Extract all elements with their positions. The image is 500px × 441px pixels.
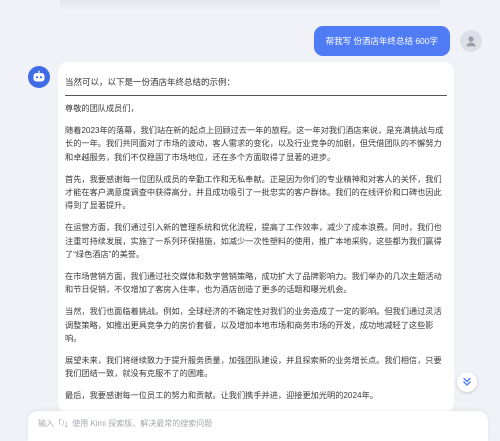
assistant-intro: 当然可以，以下是一份酒店年终总结的示例： [65,77,236,87]
user-message-row: 帮我写 份酒店年终总结 600字 [313,26,482,56]
bot-avatar [28,66,50,88]
paragraph-outlook: 展望未来，我们将继续致力于提升服务质量，加强团队建设，并且探索新的业务增长点。我… [65,356,442,379]
assistant-message-body: 尊敬的团队成员们， 随着2023年的落幕，我们站在新的起点上回顾过去一年的旅程。… [65,102,444,412]
person-icon [466,36,476,47]
paragraph-marketing: 在市场营销方面，我们通过社交媒体和数字营销策略，成功扩大了品牌影响力。我们举办的… [65,272,442,295]
paragraph-operations: 在运营方面，我们通过引入新的管理系统和优化流程，提高了工作效率，减少了成本浪费。… [65,223,442,259]
paragraph-challenges: 当然，我们也面临着挑战。例如，全球经济的不确定性对我们的业务造成了一定的影响。但… [65,307,442,343]
scroll-to-bottom-button[interactable] [457,372,477,392]
double-chevron-down-icon [463,377,471,386]
divider [65,95,447,96]
paragraph-gratitude: 首先，我要感谢每一位团队成员的辛勤工作和无私奉献。正是因为你们的专业精神和对客人… [65,174,442,211]
robot-icon [33,70,45,82]
user-avatar[interactable] [460,30,482,52]
assistant-message-card: 当然可以，以下是一份酒店年终总结的示例： 尊敬的团队成员们， 随着2023年的落… [58,62,454,412]
chat-input-bar [28,411,488,441]
paragraph-salutation: 尊敬的团队成员们， [65,104,139,113]
paragraph-overview: 随着2023年的落幕，我们站在新的起点上回顾过去一年的旅程。这一年对我们酒店来说… [65,126,444,162]
paragraph-closing: 最后，我要感谢每一位员工的努力和贡献。让我们携手并进，迎接更加光明的2024年。 [65,391,378,401]
chat-input[interactable] [38,419,418,428]
user-message-bubble: 帮我写 份酒店年终总结 600字 [313,26,450,56]
previous-content-fade [60,0,440,10]
